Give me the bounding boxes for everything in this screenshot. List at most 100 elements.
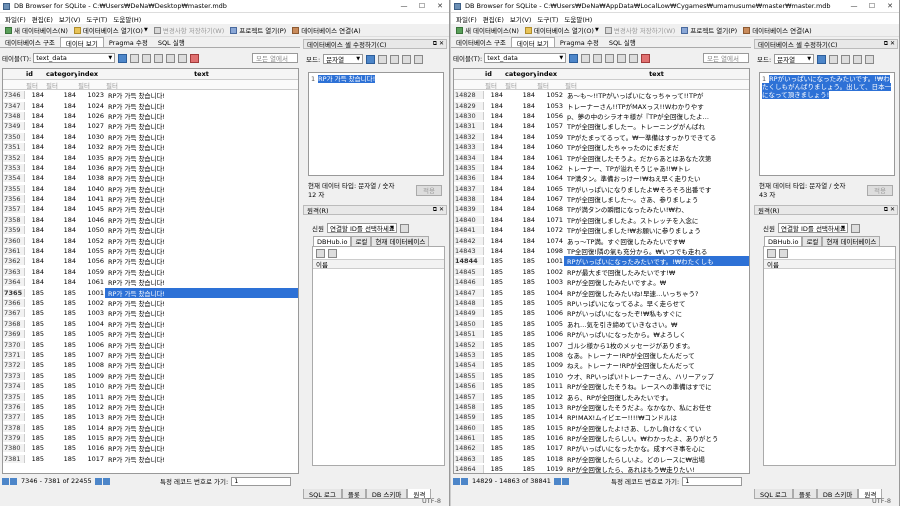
table-cell[interactable]: RPが最大まで回復したみたいです!₩: [564, 267, 749, 277]
table-cell[interactable]: TP全回復!隣の氣も充分から。₩いつでも走れる: [564, 246, 749, 256]
table-row[interactable]: 7358 184 184 1046 RP가 가득 찼습니다!: [3, 215, 298, 225]
table-cell[interactable]: 1006: [536, 309, 564, 317]
table-cell[interactable]: 185: [25, 351, 45, 359]
mode-select[interactable]: 문자열 ▼: [323, 54, 364, 64]
table-cell[interactable]: TPが全回復しましたー。トレーニングがんばれ: [564, 121, 749, 131]
table-cell[interactable]: 1052: [77, 237, 105, 245]
table-cell[interactable]: 184: [504, 226, 536, 234]
table-cell[interactable]: 1038: [77, 174, 105, 182]
table-cell[interactable]: 185: [504, 351, 536, 359]
goto-record-input[interactable]: 1: [231, 476, 292, 486]
attach-database-button[interactable]: 데이터베이스 연결(A): [740, 25, 814, 35]
table-cell[interactable]: 184: [504, 195, 536, 203]
print-icon[interactable]: [617, 53, 627, 63]
tab-sql-log[interactable]: SQL 로그: [303, 489, 342, 499]
table-row[interactable]: 14852 185 185 1007 ゴルシ様から1枚のメッセージがあります。: [454, 339, 749, 350]
table-cell[interactable]: 184: [25, 91, 45, 99]
table-row[interactable]: 14856 185 185 1011 RPが全回復したそうね。レースへの準備はすでに: [454, 381, 749, 391]
table-cell[interactable]: 185: [484, 455, 504, 463]
table-cell[interactable]: 185: [484, 413, 504, 421]
panel-close-icon[interactable]: ⧉ ✕: [884, 206, 897, 214]
table-cell[interactable]: なあ。トレーナー!RPが全回復したんだって: [564, 350, 749, 360]
table-cell[interactable]: 184: [45, 257, 77, 265]
table-cell[interactable]: TPがいっぱいになりましたよ₩そろそろ出番です: [564, 184, 749, 194]
word-wrap-icon[interactable]: [378, 54, 388, 64]
table-cell[interactable]: 184: [504, 237, 536, 245]
table-cell[interactable]: RP가 가득 찼습니다!: [105, 101, 298, 111]
apply-button[interactable]: 적용: [867, 185, 893, 196]
table-cell[interactable]: 185: [504, 413, 536, 421]
table-cell[interactable]: 1098: [536, 247, 564, 255]
table-cell[interactable]: 184: [45, 143, 77, 151]
table-cell[interactable]: 1012: [536, 393, 564, 401]
table-cell[interactable]: 184: [25, 112, 45, 120]
table-cell[interactable]: 184: [504, 185, 536, 193]
table-row[interactable]: 7366 185 185 1002 RP가 가득 찼습니다!: [3, 298, 298, 308]
table-row[interactable]: 7380 185 185 1016 RP가 가득 찼습니다!: [3, 443, 298, 453]
table-cell[interactable]: 185: [484, 289, 504, 297]
table-cell[interactable]: RP가 가득 찼습니다!: [105, 184, 298, 194]
table-cell[interactable]: 185: [504, 330, 536, 338]
table-row[interactable]: 14844 185 185 1001 RPがいっぱいになったみたいです。!₩わたくしも: [454, 256, 749, 267]
table-cell[interactable]: 1041: [77, 195, 105, 203]
table-cell[interactable]: 1013: [536, 403, 564, 411]
table-row[interactable]: 7360 184 184 1052 RP가 가득 찼습니다!: [3, 235, 298, 246]
table-cell[interactable]: RP가 가득 찼습니다!: [105, 319, 298, 329]
table-cell[interactable]: TPが全回復したちゃったのにまだまだ: [564, 142, 749, 152]
table-row[interactable]: 14864 185 185 1019 RPが全回復したら、あれはもう₩走りたい!: [454, 464, 749, 473]
table-cell[interactable]: 1056: [536, 112, 564, 120]
table-row[interactable]: 14861 185 185 1016 RPが全回復したらしい。₩わかったよ、ありがとう: [454, 433, 749, 443]
table-cell[interactable]: 185: [504, 465, 536, 473]
table-cell[interactable]: RPが全回復したらしいよ。どのレースに₩出場: [564, 454, 749, 464]
table-cell[interactable]: 185: [484, 309, 504, 317]
table-row[interactable]: 14860 185 185 1015 RPが全回復したよ!さあ、しかし負けなくてい: [454, 423, 749, 433]
table-cell[interactable]: 1036: [77, 164, 105, 172]
table-cell[interactable]: 1003: [77, 309, 105, 317]
close-icon[interactable]: ✕: [431, 2, 449, 10]
table-cell[interactable]: RP가 가득 찼습니다!: [105, 121, 298, 131]
table-cell[interactable]: 184: [45, 102, 77, 110]
column-header[interactable]: category: [504, 70, 536, 78]
table-row[interactable]: 14837 184 184 1065 TPがいっぱいになりましたよ₩そろそろ出番です: [454, 184, 749, 194]
table-cell[interactable]: RPが全回復したそうだよ。なかなか、私にお任せ: [564, 402, 749, 412]
table-cell[interactable]: 1071: [536, 216, 564, 224]
table-cell[interactable]: 185: [45, 309, 77, 317]
table-row[interactable]: 14848 185 185 1005 RPいっぱいになってるよ。早く走らせて: [454, 298, 749, 308]
table-cell[interactable]: ウオ、RPいっぱい!トレーナーさん、ハリーアップ: [564, 371, 749, 381]
panel-close-icon[interactable]: ⧉ ✕: [884, 40, 897, 48]
table-cell[interactable]: あれ…気を引き締めていきなさい。₩: [564, 319, 749, 329]
table-row[interactable]: 14834 184 184 1061 TPが全回復したそうよ。だからあとはあなた次第: [454, 152, 749, 163]
table-cell[interactable]: RP가 가득 찼습니다!: [105, 132, 298, 142]
table-row[interactable]: 7371 185 185 1007 RP가 가득 찼습니다!: [3, 350, 298, 360]
table-cell[interactable]: RPいっぱいになってるよ。早く走らせて: [564, 298, 749, 308]
table-cell[interactable]: 185: [45, 455, 77, 463]
table-cell[interactable]: RP가 가득 찼습니다!: [105, 204, 298, 214]
column-header[interactable]: category: [45, 70, 77, 78]
table-cell[interactable]: 1014: [77, 424, 105, 432]
identity-settings-icon[interactable]: [399, 223, 409, 233]
save-view-icon[interactable]: [154, 53, 164, 63]
table-cell[interactable]: 184: [484, 112, 504, 120]
table-cell[interactable]: 184: [45, 247, 77, 255]
table-row[interactable]: 14829 184 184 1053 トレーナーさん!!TPがMAXっス!!Wわかりやす: [454, 100, 749, 111]
remote-clone-icon[interactable]: [328, 248, 337, 258]
menu-help[interactable]: 도움말(H): [110, 14, 144, 24]
table-cell[interactable]: 1024: [77, 102, 105, 110]
table-cell[interactable]: 185: [484, 465, 504, 473]
table-cell[interactable]: 184: [25, 216, 45, 224]
tab-database-structure[interactable]: 데이터베이스 구조: [0, 37, 60, 47]
filter-all-columns-input[interactable]: 모든 열에서: [703, 53, 749, 63]
column-header[interactable]: text: [564, 70, 749, 78]
table-row[interactable]: 7351 184 184 1032 RP가 가득 찼습니다!: [3, 142, 298, 152]
identity-settings-icon[interactable]: [850, 223, 860, 233]
table-cell[interactable]: 184: [504, 216, 536, 224]
table-cell[interactable]: 1050: [77, 226, 105, 234]
table-cell[interactable]: RP가 가득 찼습니다!: [105, 90, 298, 100]
table-row[interactable]: 14843 184 184 1098 TP全回復!隣の氣も充分から。₩いつでも走れる: [454, 246, 749, 256]
table-cell[interactable]: 184: [504, 112, 536, 120]
table-cell[interactable]: 185: [45, 403, 77, 411]
table-cell[interactable]: 185: [504, 434, 536, 442]
table-row[interactable]: 14831 184 184 1057 TPが全回復しましたー。トレーニングがんばれ: [454, 121, 749, 131]
table-cell[interactable]: 185: [504, 444, 536, 452]
first-page-icon[interactable]: [2, 477, 9, 485]
